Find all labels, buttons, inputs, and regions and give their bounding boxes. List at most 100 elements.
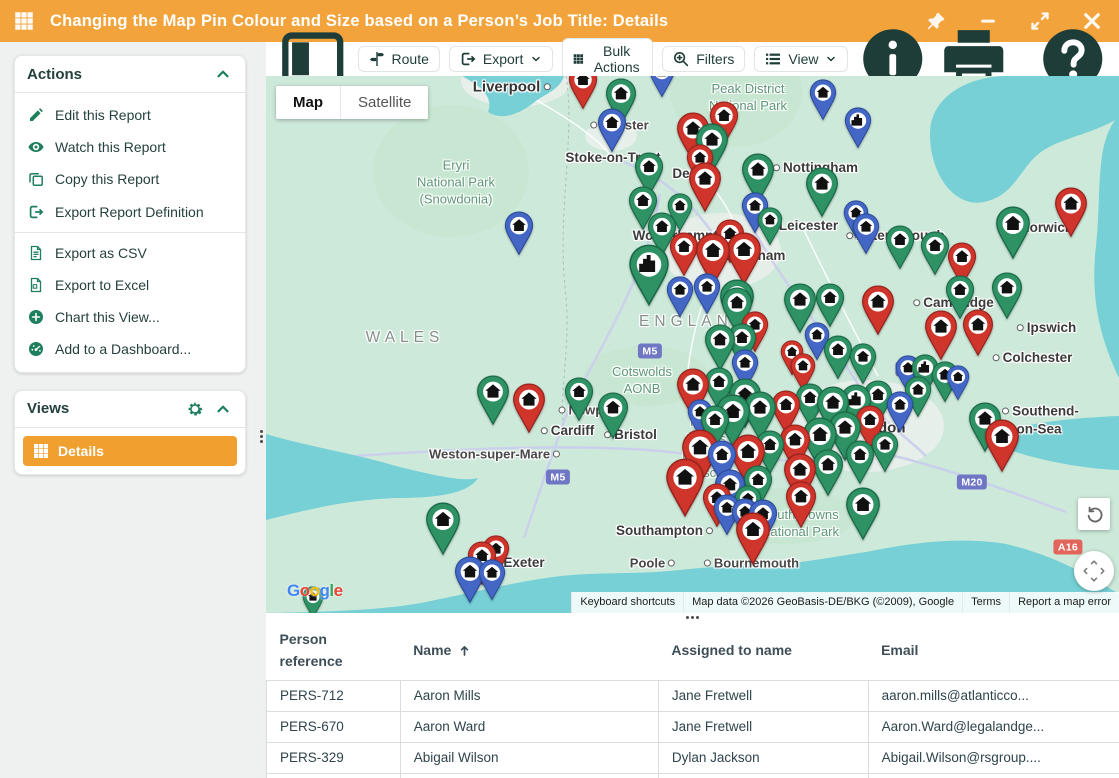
map-type-map-button[interactable]: Map	[276, 86, 340, 119]
column-header-assigned-to-name[interactable]: Assigned to name	[658, 622, 868, 680]
action-item-edit-this-report[interactable]: Edit this Report	[15, 99, 245, 131]
map-pin-blue[interactable]	[649, 76, 675, 98]
map-pin-blue[interactable]	[844, 107, 872, 149]
plus-circle-icon	[28, 309, 44, 325]
table-cell: PERS-329	[267, 742, 401, 773]
table-cell: aaron.mills@atlanticco...	[868, 680, 1119, 711]
table-row-partial	[267, 773, 1119, 778]
view-list-icon	[765, 51, 781, 67]
map-pin-blue[interactable]	[809, 79, 837, 121]
map-pin-red[interactable]	[1054, 187, 1088, 238]
action-item-label: Chart this View...	[55, 308, 160, 326]
window-title: Changing the Map Pin Colour and Size bas…	[50, 12, 668, 31]
table-cell: Aaron.Ward@legalandge...	[868, 711, 1119, 742]
report-map-error-link[interactable]: Report a map error	[1009, 592, 1119, 613]
map-pin-green[interactable]	[845, 440, 875, 485]
map-pin-green[interactable]	[885, 225, 915, 270]
table-row[interactable]: PERS-670Aaron WardJane FretwellAaron.War…	[267, 711, 1119, 742]
chevron-down-icon	[825, 53, 837, 65]
action-item-export-to-excel[interactable]: Export to Excel	[15, 269, 245, 301]
table-row[interactable]: PERS-712Aaron MillsJane Fretwellaaron.mi…	[267, 680, 1119, 711]
records-table-wrap: Person referenceNameAssigned to nameEmai…	[266, 622, 1119, 778]
column-header-name[interactable]: Name	[400, 622, 658, 680]
map-pin-blue[interactable]	[597, 108, 627, 153]
action-item-copy-this-report[interactable]: Copy this Report	[15, 163, 245, 195]
map-pin-green[interactable]	[995, 206, 1031, 260]
views-settings-gear-icon[interactable]	[185, 399, 205, 419]
bulk-actions-button[interactable]: Bulk Actions	[562, 38, 653, 80]
action-item-watch-this-report[interactable]: Watch this Report	[15, 131, 245, 163]
column-header-person-reference[interactable]: Person reference	[267, 622, 401, 680]
map-canvas[interactable]: LiverpoolChesterStoke-on-TrentDerbyNotti…	[266, 76, 1119, 613]
action-item-label: Copy this Report	[55, 170, 159, 188]
action-item-export-report-definition[interactable]: Export Report Definition	[15, 196, 245, 228]
sort-asc-icon	[458, 644, 471, 657]
filters-zoom-icon	[673, 51, 689, 67]
table-cell: PERS-670	[267, 711, 401, 742]
filters-button[interactable]: Filters	[662, 46, 745, 72]
map-pin-green[interactable]	[991, 272, 1023, 320]
map-reset-rotation-button[interactable]	[1078, 498, 1110, 530]
export-icon	[28, 204, 44, 220]
map-pin-blue[interactable]	[852, 213, 880, 255]
actions-collapse-button[interactable]	[213, 64, 233, 84]
map-pin-green[interactable]	[805, 167, 839, 218]
map-pin-blue[interactable]	[886, 391, 914, 433]
map-pins-layer	[266, 76, 1119, 613]
map-pin-green[interactable]	[849, 343, 877, 385]
export-button[interactable]: Export	[449, 46, 553, 72]
main-content: Route Export Bulk Actions Filters	[266, 42, 1119, 778]
table-cell: Abigail.Wilson@rsgroup....	[868, 742, 1119, 773]
map-pin-blue[interactable]	[504, 211, 534, 256]
google-logo: Google	[287, 581, 343, 601]
map-pin-red[interactable]	[512, 383, 546, 434]
view-item-details[interactable]: Details	[23, 436, 237, 466]
map-pin-red[interactable]	[984, 419, 1020, 473]
route-button[interactable]: Route	[358, 46, 440, 72]
map-pin-red[interactable]	[735, 512, 771, 566]
action-item-chart-this-view[interactable]: Chart this View...	[15, 301, 245, 333]
map-pin-green[interactable]	[476, 375, 510, 426]
map-pin-red[interactable]	[962, 309, 994, 357]
map-pin-blue[interactable]	[693, 273, 721, 315]
table-cell: PERS-712	[267, 680, 401, 711]
table-row[interactable]: PERS-329Abigail WilsonDylan JacksonAbiga…	[267, 742, 1119, 773]
terms-link[interactable]: Terms	[962, 592, 1009, 613]
pencil-icon	[28, 107, 44, 123]
app-grid-icon	[14, 11, 34, 31]
map-table-resize-handle[interactable]	[266, 613, 1119, 622]
map-pin-green[interactable]	[597, 392, 629, 440]
map-pin-blue[interactable]	[666, 276, 694, 318]
views-list: Details	[15, 428, 245, 474]
sidebar-resize-handle[interactable]	[258, 428, 265, 445]
view-label: View	[788, 51, 818, 67]
file-excel-icon	[28, 277, 44, 293]
map-pin-red[interactable]	[688, 162, 722, 213]
map-type-satellite-button[interactable]: Satellite	[341, 86, 428, 119]
map-pin-green[interactable]	[564, 377, 594, 422]
views-collapse-button[interactable]	[213, 399, 233, 419]
map-pin-green[interactable]	[920, 231, 950, 276]
table-cell: Aaron Ward	[400, 711, 658, 742]
action-item-label: Watch this Report	[55, 138, 166, 156]
table-cell: Jane Fretwell	[658, 711, 868, 742]
filters-label: Filters	[696, 51, 734, 67]
map-pin-green[interactable]	[425, 502, 461, 556]
keyboard-shortcuts-link[interactable]: Keyboard shortcuts	[571, 592, 683, 613]
map-pin-red[interactable]	[861, 285, 895, 336]
column-header-email[interactable]: Email	[868, 622, 1119, 680]
map-pin-red[interactable]	[568, 76, 598, 110]
map-pin-blue[interactable]	[478, 559, 506, 601]
map-data-attribution: Map data ©2026 GeoBasis-DE/BKG (©2009), …	[683, 592, 962, 613]
map-pin-green[interactable]	[871, 431, 899, 473]
map-pin-green[interactable]	[845, 487, 881, 541]
map-pin-red[interactable]	[726, 232, 762, 286]
action-item-add-to-a-dashboard[interactable]: Add to a Dashboard...	[15, 333, 245, 365]
map-pin-green[interactable]	[628, 244, 670, 307]
map-pan-control[interactable]	[1074, 551, 1114, 591]
map-pin-red[interactable]	[785, 481, 817, 529]
view-button[interactable]: View	[754, 46, 848, 72]
map-pin-red[interactable]	[665, 458, 705, 518]
map-pin-blue[interactable]	[946, 365, 970, 401]
action-item-export-as-csv[interactable]: Export as CSV	[15, 237, 245, 269]
